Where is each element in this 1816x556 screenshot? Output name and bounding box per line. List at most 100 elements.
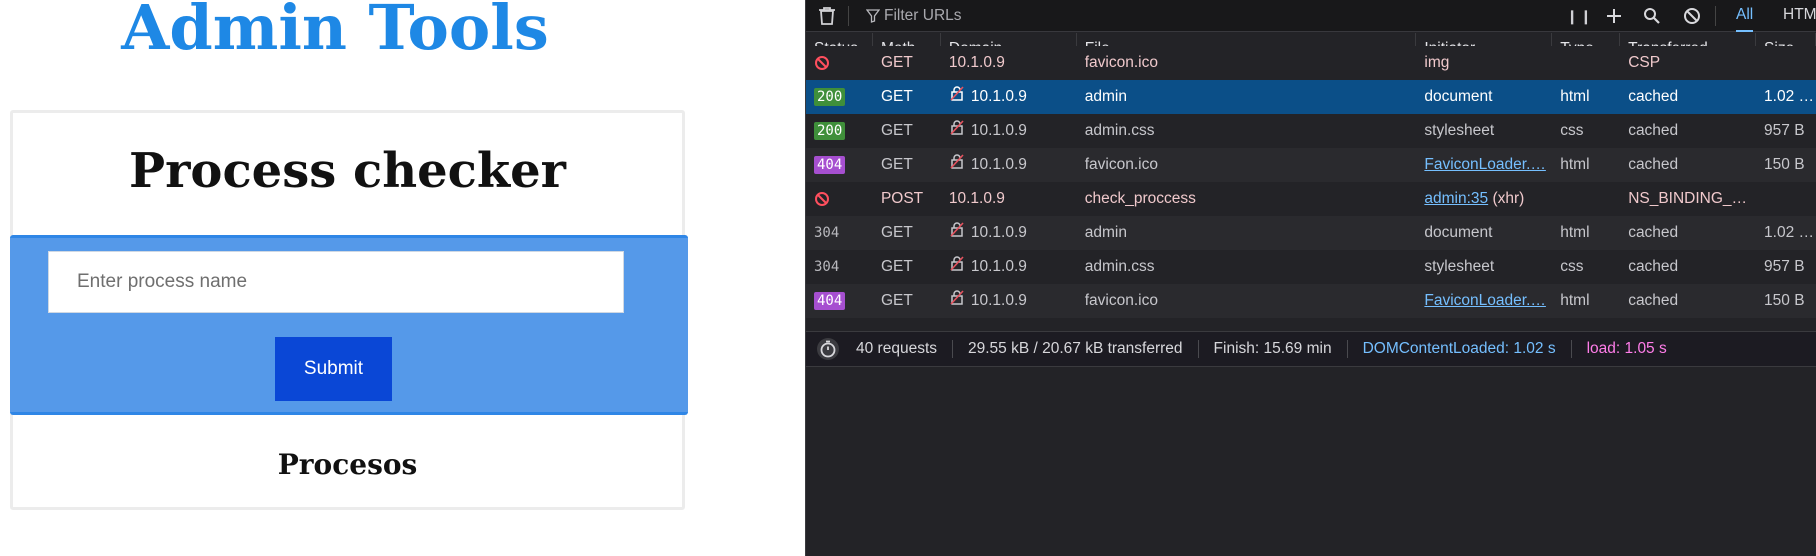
status-code-badge: 200	[814, 121, 846, 140]
request-transferred: cached	[1620, 148, 1756, 182]
submit-button[interactable]: Submit	[275, 337, 392, 401]
request-initiator: img	[1416, 46, 1552, 80]
initiator-link: document	[1424, 88, 1493, 105]
request-transferred: cached	[1620, 216, 1756, 250]
request-size	[1756, 182, 1816, 216]
request-type: css	[1552, 114, 1620, 148]
filter-tab-html[interactable]: HTML	[1783, 0, 1816, 32]
status-code-badge: 404	[814, 291, 846, 310]
blocked-icon	[814, 54, 830, 71]
block-icon[interactable]	[1680, 0, 1704, 32]
toolbar-divider	[848, 6, 849, 26]
request-type: html	[1552, 284, 1620, 318]
procesos-heading: Procesos	[277, 448, 418, 481]
request-file: admin	[1077, 216, 1417, 250]
request-method: POST	[873, 182, 941, 216]
request-size: 1.02 kB	[1756, 80, 1816, 114]
request-transferred: cached	[1620, 114, 1756, 148]
request-size-text: 1.02 kB	[1764, 224, 1816, 241]
initiator-link[interactable]: FaviconLoader.…	[1424, 292, 1546, 309]
process-checker-card: Process checker Submit Procesos	[10, 110, 688, 510]
insecure-lock-icon	[949, 284, 967, 318]
insecure-lock-icon	[949, 250, 967, 284]
request-method-text: GET	[880, 156, 913, 173]
request-row[interactable]: 304 GET 10.1.0.9 admin.css stylesheet css cach…	[806, 250, 1816, 284]
request-transferred: cached	[1620, 250, 1756, 284]
request-domain: 10.1.0.9	[941, 284, 1077, 318]
request-method: GET	[873, 114, 941, 148]
request-initiator[interactable]: FaviconLoader.…	[1416, 284, 1552, 318]
trash-icon[interactable]	[812, 0, 842, 32]
request-type-text: html	[1560, 292, 1590, 309]
request-transferred-text: cached	[1628, 122, 1679, 139]
request-file-text: admin	[1084, 88, 1127, 105]
devtools-network-panel: ❙❙ All HTML Status Meth… Domain File Ini…	[805, 0, 1816, 556]
request-method-text: GET	[880, 224, 913, 241]
request-row[interactable]: GET 10.1.0.9 favicon.ico img CSP	[806, 46, 1816, 80]
request-domain-text: 10.1.0.9	[970, 156, 1027, 174]
request-type: html	[1552, 216, 1620, 250]
request-row[interactable]: 200 GET 10.1.0.9 admin.css stylesheet css cach…	[806, 114, 1816, 148]
search-icon[interactable]	[1640, 0, 1664, 32]
request-initiator[interactable]: admin:35 (xhr)	[1416, 182, 1552, 216]
request-row[interactable]: 200 GET 10.1.0.9 admin document html cached 1.0…	[806, 80, 1816, 114]
request-row[interactable]: 304 GET 10.1.0.9 admin document html cached 1.0…	[806, 216, 1816, 250]
web-page: Admin Tools Process checker Submit Proce…	[0, 0, 805, 556]
summary-domcontentloaded: DOMContentLoaded: 1.02 s	[1348, 340, 1572, 358]
request-file-text: favicon.ico	[1084, 156, 1158, 173]
request-row[interactable]: 404 GET 10.1.0.9 favicon.ico FaviconLoader.……	[806, 148, 1816, 182]
request-initiator: stylesheet	[1416, 250, 1552, 284]
request-type-text: html	[1560, 224, 1590, 241]
request-file: admin.css	[1077, 250, 1417, 284]
request-method: GET	[873, 250, 941, 284]
request-size: 957 B	[1756, 250, 1816, 284]
request-method: GET	[873, 216, 941, 250]
status-code-badge: 200	[814, 87, 846, 106]
request-method: GET	[873, 80, 941, 114]
request-domain-text: 10.1.0.9	[970, 258, 1027, 276]
site-title: Admin Tools	[121, 0, 549, 64]
request-size	[1756, 46, 1816, 80]
filter-tab-all[interactable]: All	[1736, 0, 1754, 32]
summary-load: load: 1.05 s	[1586, 340, 1667, 357]
request-method-text: GET	[880, 122, 913, 139]
request-transferred-text: cached	[1628, 292, 1679, 309]
request-row[interactable]: POST 10.1.0.9 check_proccess admin:35 (xhr)…	[806, 182, 1816, 216]
request-type	[1552, 182, 1620, 216]
request-size: 1.02 kB	[1756, 216, 1816, 250]
request-size: 150 B	[1756, 148, 1816, 182]
request-size: 957 B	[1756, 114, 1816, 148]
request-size-text: 150 B	[1764, 156, 1805, 173]
request-initiator: document	[1416, 216, 1552, 250]
request-method: GET	[873, 46, 941, 80]
request-file-text: favicon.ico	[1084, 54, 1158, 71]
request-domain-text: 10.1.0.9	[970, 224, 1027, 242]
request-initiator[interactable]: FaviconLoader.…	[1416, 148, 1552, 182]
status-code-badge: 304	[814, 225, 840, 241]
request-file-text: check_proccess	[1084, 190, 1196, 207]
initiator-link[interactable]: FaviconLoader.…	[1424, 156, 1546, 173]
filter-urls-input[interactable]	[884, 3, 1444, 29]
request-status: 404	[806, 284, 873, 318]
toolbar-divider	[1715, 6, 1716, 26]
timer-icon[interactable]	[806, 337, 850, 361]
network-summary-bar: 40 requests 29.55 kB / 20.67 kB transfer…	[806, 331, 1816, 367]
request-domain-text: 10.1.0.9	[970, 292, 1027, 310]
initiator-link[interactable]: admin:35	[1424, 190, 1488, 207]
request-type: html	[1552, 148, 1620, 182]
request-method-text: GET	[880, 292, 913, 309]
filter-icon	[864, 0, 882, 32]
request-row[interactable]: 404 GET 10.1.0.9 favicon.ico FaviconLoader.……	[806, 284, 1816, 318]
request-status: 304	[806, 250, 873, 284]
request-domain-text: 10.1.0.9	[970, 88, 1027, 106]
request-file: admin.css	[1077, 114, 1417, 148]
request-status: 200	[806, 80, 873, 114]
request-transferred: CSP	[1620, 46, 1756, 80]
plus-icon[interactable]	[1602, 0, 1626, 32]
pause-icon[interactable]: ❙❙	[1566, 0, 1592, 32]
request-method-text: POST	[880, 190, 924, 207]
request-size-text: 150 B	[1764, 292, 1805, 309]
insecure-lock-icon	[949, 80, 967, 114]
status-code-badge: 304	[814, 259, 840, 275]
process-name-input[interactable]	[48, 251, 624, 313]
